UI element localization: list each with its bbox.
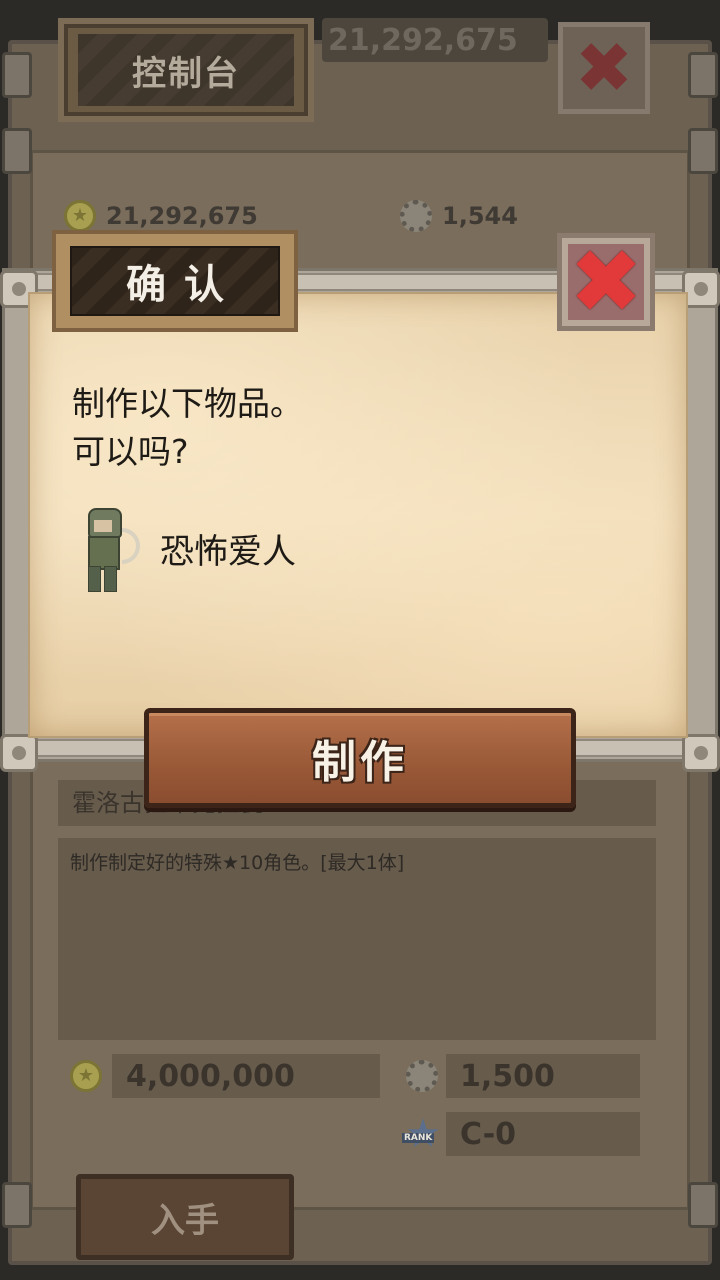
dialog-item-name: 恐怖爱人 xyxy=(160,531,296,572)
make-button[interactable]: 制作 xyxy=(144,708,576,808)
character-sprite xyxy=(70,502,140,594)
dialog-message: 制作以下物品。 可以吗? xyxy=(72,380,632,476)
dialog-message-line2: 可以吗? xyxy=(72,432,189,471)
confirm-dialog: 确认 ✖ 制作以下物品。 可以吗? 恐怖爱人 制作 xyxy=(0,0,720,1280)
dialog-message-line1: 制作以下物品。 xyxy=(72,384,303,423)
dialog-item-row: 恐怖爱人 xyxy=(70,502,296,594)
dialog-title: 确认 xyxy=(126,262,242,308)
close-icon: ✖ xyxy=(569,230,643,333)
dialog-bolt xyxy=(0,734,38,772)
make-button-label: 制作 xyxy=(312,737,408,788)
dialog-title-plate: 确认 xyxy=(52,230,298,332)
dialog-bolt xyxy=(682,734,720,772)
dialog-close-button[interactable]: ✖ xyxy=(557,233,655,331)
